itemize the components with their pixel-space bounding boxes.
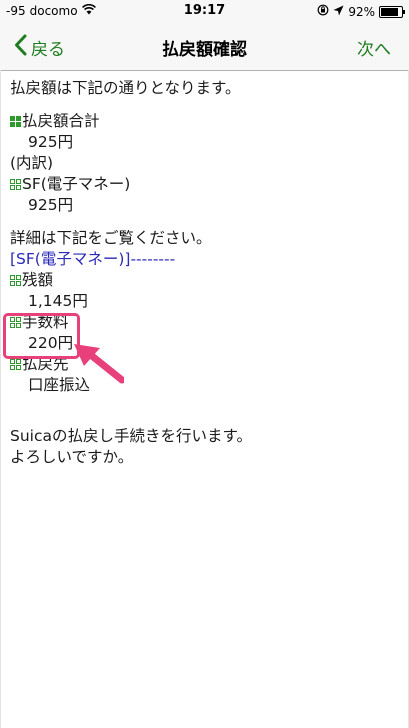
confirm-line-2: よろしいですか。 xyxy=(10,448,134,466)
grid-bullet-icon xyxy=(10,359,21,370)
balance-value: 1,145円 xyxy=(28,292,88,310)
sf-section-header: [SF(電子マネー)]-------- xyxy=(10,250,176,268)
sf-label: SF(電子マネー) xyxy=(22,175,131,193)
status-right: 92% xyxy=(317,4,405,19)
location-arrow-icon xyxy=(333,5,344,19)
page-title: 払戻額確認 xyxy=(162,40,247,60)
confirm-line-1: Suicaの払戻し手続きを行います。 xyxy=(10,427,252,445)
sf-row: SF(電子マネー) xyxy=(10,174,400,195)
breakdown-label: (内訳) xyxy=(10,154,54,172)
grid-bullet-icon xyxy=(10,116,21,127)
navigation-bar: 戻る 払戻額確認 次へ xyxy=(0,22,409,71)
fee-highlight-box xyxy=(3,313,80,359)
battery-percent: 92% xyxy=(348,4,375,19)
next-button[interactable]: 次へ xyxy=(357,35,391,60)
total-row: 払戻額合計 xyxy=(10,111,400,132)
refund-details: 払戻額は下記の通りとなります。 払戻額合計 925円 (内訳) SF(電子マネー… xyxy=(10,78,400,468)
detail-intro: 詳細は下記をご覧ください。 xyxy=(10,229,212,247)
grid-bullet-icon xyxy=(10,179,21,190)
intro-text: 払戻額は下記の通りとなります。 xyxy=(10,79,241,97)
status-bar: -95 docomo 19:17 92% xyxy=(0,0,409,22)
total-label: 払戻額合計 xyxy=(22,112,100,130)
battery-icon xyxy=(379,5,405,18)
rotation-lock-icon xyxy=(317,4,329,19)
sf-value: 925円 xyxy=(28,196,74,214)
destination-value: 口座振込 xyxy=(28,376,91,394)
balance-label: 残額 xyxy=(22,271,54,289)
pointer-arrow-icon xyxy=(70,340,126,388)
balance-row: 残額 xyxy=(10,270,400,291)
grid-bullet-icon xyxy=(10,275,21,286)
total-value: 925円 xyxy=(28,133,74,151)
